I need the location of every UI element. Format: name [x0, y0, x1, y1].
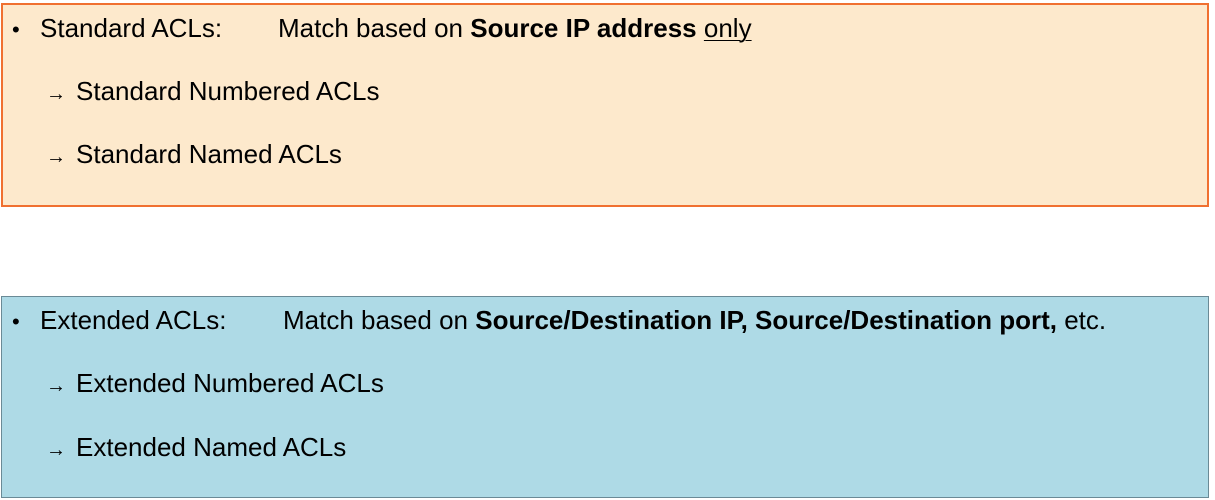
- standard-numbered-label: Standard Numbered ACLs: [76, 76, 380, 106]
- standard-named-item: → Standard Named ACLs: [46, 139, 342, 172]
- extended-numbered-label: Extended Numbered ACLs: [76, 368, 384, 398]
- arrow-right-icon: →: [46, 375, 66, 397]
- extended-match-criteria: Source/Destination IP, Source/Destinatio…: [475, 305, 1057, 335]
- standard-match-space: [697, 13, 704, 43]
- arrow-right-icon: →: [46, 83, 66, 105]
- standard-acl-box: • Standard ACLs: Match based on Source IP …: [1, 3, 1209, 207]
- standard-match-prefix: Match based on: [278, 13, 471, 43]
- extended-match-prefix: Match based on: [283, 305, 476, 335]
- standard-numbered-item: → Standard Numbered ACLs: [46, 76, 380, 109]
- extended-named-label: Extended Named ACLs: [76, 432, 347, 462]
- slide: • Standard ACLs: Match based on Source IP …: [0, 0, 1215, 500]
- extended-acl-heading: • Extended ACLs: Match based on Source/Des…: [12, 305, 1106, 337]
- extended-acl-label: Extended ACLs:: [40, 305, 227, 335]
- extended-match-suffix: etc.: [1056, 305, 1107, 335]
- standard-match-only: only: [703, 13, 752, 43]
- standard-acl-heading: • Standard ACLs: Match based on Source IP …: [12, 13, 752, 45]
- extended-numbered-item: → Extended Numbered ACLs: [46, 368, 384, 401]
- extended-named-item: → Extended Named ACLs: [46, 432, 346, 465]
- standard-match-criteria: Source IP address: [470, 13, 697, 43]
- extended-acl-box: • Extended ACLs: Match based on Source/Des…: [1, 296, 1209, 498]
- standard-named-label: Standard Named ACLs: [76, 139, 342, 169]
- arrow-right-icon: →: [46, 146, 66, 168]
- bullet-icon: •: [12, 17, 20, 42]
- arrow-right-icon: →: [46, 439, 66, 461]
- standard-acl-label: Standard ACLs:: [40, 13, 223, 43]
- bullet-icon: •: [12, 309, 20, 334]
